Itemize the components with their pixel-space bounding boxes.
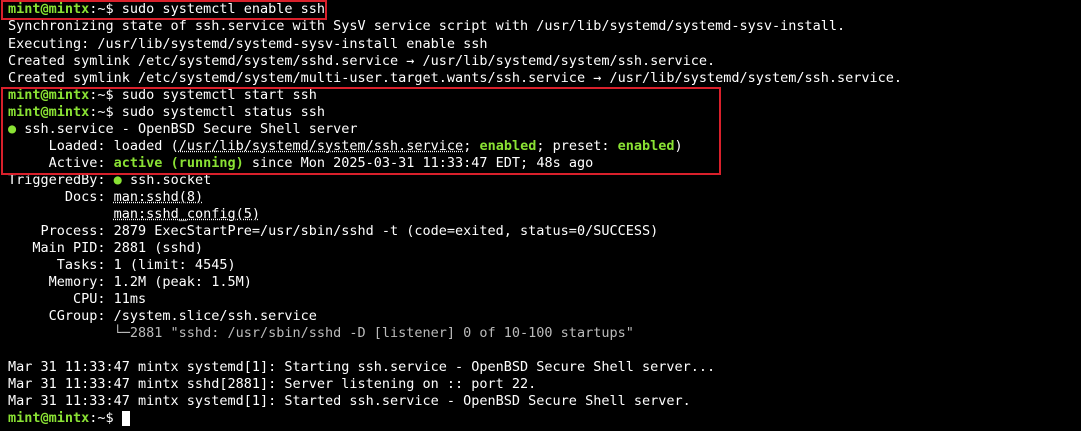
terminal-window[interactable]: mint@mintx:~$ sudo systemctl enable ssh … — [0, 0, 1081, 431]
text-cursor — [121, 410, 130, 426]
output-line: Created symlink /etc/systemd/system/sshd… — [8, 53, 716, 69]
log-line: Mar 31 11:33:47 mintx systemd[1]: Starti… — [8, 359, 716, 375]
prompt-user: mint@mintx — [8, 410, 90, 426]
docs-label: Docs: — [8, 189, 114, 205]
status-cpu-line: CPU: 11ms — [8, 291, 147, 307]
log-line: Mar 31 11:33:47 mintx sshd[2881]: Server… — [8, 376, 537, 392]
prompt-line-current[interactable]: mint@mintx:~$ — [8, 410, 130, 427]
output-line: Executing: /usr/lib/systemd/systemd-sysv… — [8, 36, 488, 52]
status-docs-line: Docs: man:sshd(8) — [8, 189, 203, 206]
highlight-box-enable — [1, 0, 327, 20]
output-line: Synchronizing state of ssh.service with … — [8, 18, 846, 34]
highlight-box-status — [1, 87, 721, 175]
log-line: Mar 31 11:33:47 mintx systemd[1]: Starte… — [8, 393, 691, 409]
docs-link-sshd-config[interactable]: man:sshd_config(5) — [114, 206, 260, 222]
status-mainpid-line: Main PID: 2881 (sshd) — [8, 240, 204, 256]
prompt-separator: :~$ — [89, 410, 122, 426]
output-line: Created symlink /etc/systemd/system/mult… — [8, 70, 903, 86]
status-cgroup-child-line: └─2881 "sshd: /usr/sbin/sshd -D [listene… — [8, 325, 634, 341]
docs-link-sshd[interactable]: man:sshd(8) — [114, 189, 203, 205]
status-docs-line-2: man:sshd_config(5) — [8, 206, 260, 223]
status-process-line: Process: 2879 ExecStartPre=/usr/sbin/ssh… — [8, 223, 659, 239]
docs-indent — [8, 206, 114, 222]
status-cgroup-line: CGroup: /system.slice/ssh.service — [8, 308, 317, 324]
status-tasks-line: Tasks: 1 (limit: 4545) — [8, 257, 236, 273]
status-memory-line: Memory: 1.2M (peak: 1.5M) — [8, 274, 252, 290]
